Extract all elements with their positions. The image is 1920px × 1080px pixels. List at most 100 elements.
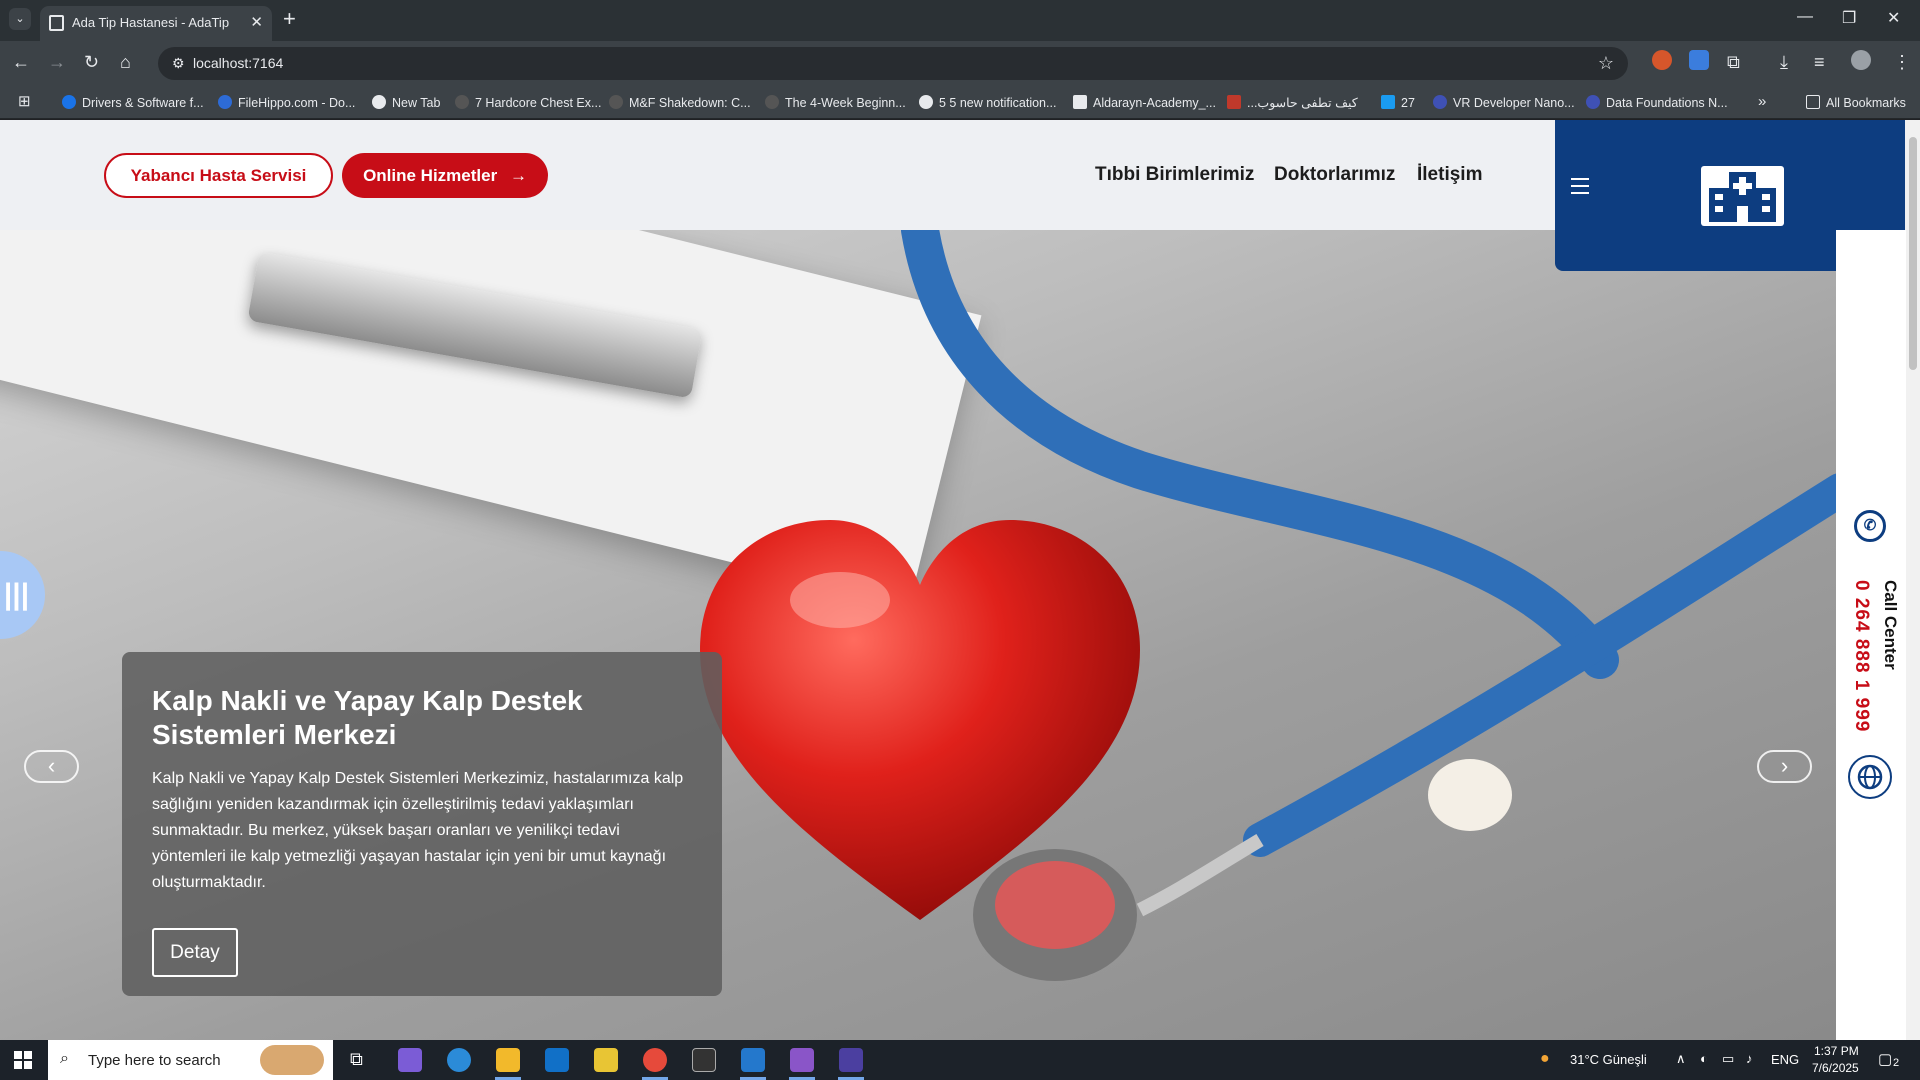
accessibility-side-tab[interactable]: ||| (0, 551, 45, 639)
bookmark-item[interactable]: Data Foundations N... (1586, 95, 1728, 110)
weather-text[interactable]: 31°C Güneşli (1570, 1052, 1647, 1067)
arrow-right-icon: → (509, 166, 527, 185)
nav-doctors[interactable]: Doktorlarımız (1274, 164, 1395, 186)
all-bookmarks[interactable]: All Bookmarks (1806, 95, 1906, 110)
visual-studio-icon[interactable] (790, 1048, 814, 1072)
bookmarks-bar: ⊞ Drivers & Software f... FileHippo.com … (0, 86, 1920, 119)
tab-close-icon[interactable]: ✕ (250, 13, 263, 31)
address-bar[interactable]: ⚙ localhost:7164 ☆ (158, 47, 1628, 80)
site-icon (609, 95, 623, 109)
extensions-puzzle-icon[interactable]: ⧉ (1727, 52, 1740, 73)
meet-icon[interactable]: ◐ (1700, 1051, 1708, 1066)
detail-button[interactable]: Detay (152, 928, 238, 977)
file-explorer-icon[interactable] (496, 1048, 520, 1072)
call-center[interactable]: 0 264 888 1 999 Call Center (1842, 580, 1902, 770)
bookmark-item[interactable]: ...كيف تطفى حاسوب (1227, 95, 1358, 110)
bookmark-item[interactable]: VR Developer Nano... (1433, 95, 1575, 110)
page-favicon-icon (49, 15, 64, 31)
hospital-logo[interactable] (1701, 166, 1784, 226)
bookmark-item[interactable]: M&F Shakedown: C... (609, 95, 751, 110)
udacity-icon (1433, 95, 1447, 109)
back-icon[interactable]: ← (12, 52, 30, 73)
nav-contact[interactable]: İletişim (1417, 164, 1482, 186)
outlook-icon[interactable] (545, 1048, 569, 1072)
bookmark-item[interactable]: Aldarayn-Academy_... (1073, 95, 1216, 110)
chrome-icon[interactable] (643, 1048, 667, 1072)
hospital-building-icon (1709, 172, 1776, 222)
site-icon (1381, 95, 1395, 109)
site-info-icon[interactable]: ⚙ (172, 55, 185, 72)
scrollbar-thumb[interactable] (1909, 137, 1917, 370)
minimize-icon[interactable]: — (1797, 8, 1813, 26)
vscode-icon[interactable] (741, 1048, 765, 1072)
apps-grid-icon[interactable]: ⊞ (18, 92, 31, 110)
restore-icon[interactable]: ❐ (1842, 8, 1856, 28)
page-scrollbar[interactable] (1906, 120, 1920, 1040)
windows-taskbar: ⌕ Type here to search ⧉ ● 31°C Güneşli ∧… (0, 1040, 1920, 1080)
search-highlight-image (260, 1045, 324, 1075)
search-icon: ⌕ (60, 1050, 69, 1067)
tray-chevron-icon[interactable]: ∧ (1676, 1051, 1686, 1067)
foreign-patient-button[interactable]: Yabancı Hasta Servisi (104, 153, 333, 198)
bookmark-item[interactable]: 7 Hardcore Chest Ex... (455, 95, 601, 110)
taskbar-search-box[interactable]: ⌕ Type here to search (48, 1040, 333, 1080)
copilot-icon[interactable] (398, 1048, 422, 1072)
bookmark-item[interactable]: 27 (1381, 95, 1415, 110)
windows-start-icon[interactable] (14, 1051, 32, 1069)
network-icon[interactable]: ▭ (1722, 1051, 1734, 1067)
clock-time[interactable]: 1:37 PM (1814, 1044, 1859, 1058)
bookmark-star-icon[interactable]: ☆ (1598, 53, 1614, 74)
home-icon[interactable]: ⌂ (120, 52, 131, 73)
terminal-icon[interactable] (692, 1048, 716, 1072)
bookmark-item[interactable]: New Tab (372, 95, 440, 110)
hero-slider: ||| ‹ › Kalp Nakli ve Yapay Kalp Destek … (0, 230, 1836, 1040)
chrome-icon (372, 95, 386, 109)
browser-tab[interactable]: Ada Tip Hastanesi - AdaTip ✕ (40, 6, 272, 41)
slider-prev-button[interactable]: ‹ (24, 750, 79, 783)
more-bookmarks-icon[interactable]: » (1758, 93, 1766, 110)
whatsapp-icon[interactable]: ✆ (1854, 510, 1886, 542)
online-services-button[interactable]: Online Hizmetler → (342, 153, 548, 198)
edge-icon[interactable] (447, 1048, 471, 1072)
hamburger-menu-icon[interactable] (1571, 178, 1589, 199)
app-icon[interactable] (839, 1048, 863, 1072)
weather-icon[interactable]: ● (1540, 1050, 1550, 1068)
slider-next-button[interactable]: › (1757, 750, 1812, 783)
new-tab-button[interactable]: + (283, 6, 296, 32)
call-center-label: Call Center (1881, 580, 1900, 670)
slide-title: Kalp Nakli ve Yapay Kalp Destek Sistemle… (152, 685, 583, 750)
language-indicator[interactable]: ENG (1771, 1052, 1799, 1067)
bookmark-item[interactable]: FileHippo.com - Do... (218, 95, 355, 110)
stethoscope-tube-image (901, 230, 1836, 981)
site-icon (1227, 95, 1241, 109)
bookmark-item[interactable]: The 4-Week Beginn... (765, 95, 906, 110)
tab-search-icon[interactable]: ⌄ (9, 8, 31, 30)
menu-kebab-icon[interactable]: ⋮ (1893, 52, 1911, 73)
clock-date[interactable]: 7/6/2025 (1812, 1061, 1859, 1075)
contact-sidebar: ✆ 0 264 888 1 999 Call Center (1836, 230, 1906, 1040)
notification-icon (919, 95, 933, 109)
media-control-icon[interactable]: ≡ (1814, 52, 1825, 73)
language-globe-icon[interactable] (1848, 755, 1892, 799)
screenshot-extension-icon[interactable] (1689, 50, 1709, 70)
browser-toolbar: ← → ↻ ⌂ ⚙ localhost:7164 ☆ ⧉ ⤓ ≡ ⋮ (0, 41, 1920, 86)
extension-icon[interactable] (1652, 50, 1672, 70)
call-center-phone[interactable]: 0 264 888 1 999 (1850, 580, 1872, 732)
notification-center-icon[interactable]: ▢ (1878, 1050, 1892, 1068)
nav-medical-units[interactable]: Tıbbi Birimlerimiz (1095, 164, 1254, 186)
forward-icon[interactable]: → (48, 52, 66, 73)
bookmark-item[interactable]: Drivers & Software f... (62, 95, 204, 110)
globe-icon (62, 95, 76, 109)
profile-avatar[interactable] (1851, 50, 1871, 70)
download-icon[interactable]: ⤓ (1780, 52, 1788, 73)
reload-icon[interactable]: ↻ (84, 52, 99, 73)
window-close-icon[interactable]: ✕ (1887, 8, 1900, 28)
task-view-icon[interactable]: ⧉ (350, 1049, 363, 1070)
site-icon (455, 95, 469, 109)
sticky-notes-icon[interactable] (594, 1048, 618, 1072)
url-text[interactable]: localhost:7164 (193, 55, 283, 71)
bookmark-item[interactable]: 5 5 new notification... (919, 95, 1056, 110)
volume-icon[interactable]: ♪ (1746, 1051, 1753, 1066)
web-page: Yabancı Hasta Servisi Online Hizmetler →… (0, 120, 1920, 1040)
taskbar-search-placeholder: Type here to search (88, 1052, 221, 1069)
